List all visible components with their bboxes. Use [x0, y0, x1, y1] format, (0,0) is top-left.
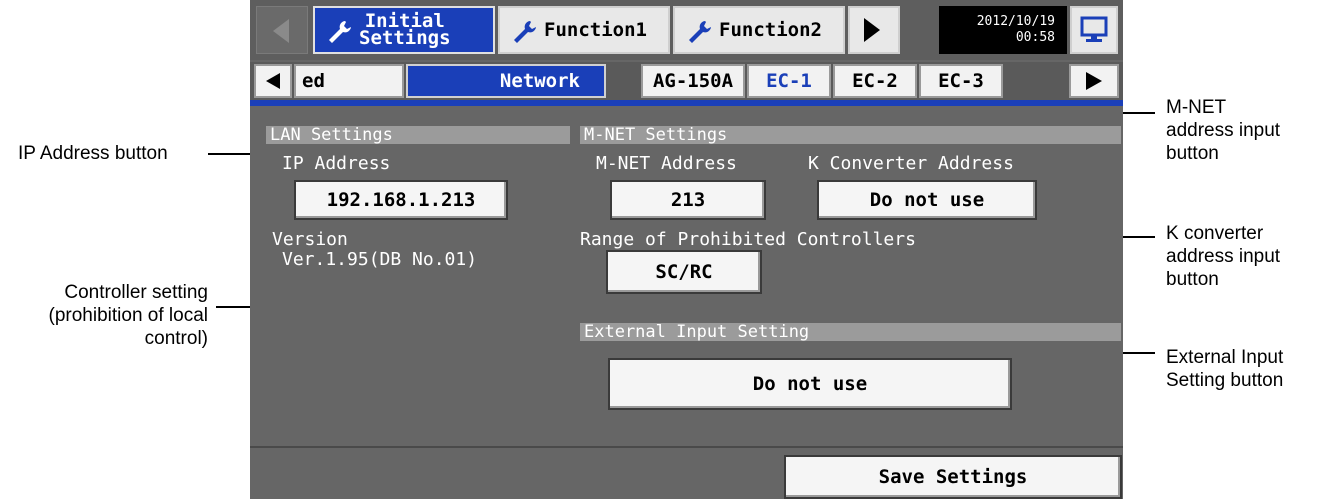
k-converter-address-button[interactable]: Do not use: [817, 180, 1037, 220]
mnet-address-label: M-NET Address: [596, 153, 737, 174]
tab-initial-settings-label: Initial Settings: [359, 10, 451, 49]
k-converter-label: K Converter Address: [808, 153, 1014, 174]
time-text: 00:58: [1015, 30, 1055, 45]
ip-address-label: IP Address: [282, 153, 391, 174]
external-input-header: External Input Setting: [580, 323, 1121, 341]
annotation-k-converter: K converter address input button: [1166, 222, 1316, 291]
subtab-prev-button[interactable]: [254, 64, 292, 98]
settings-tab-row: ed Network AG-150A EC-1 EC-2 EC-3: [250, 62, 1123, 100]
tab-initial-settings[interactable]: Initial Settings: [313, 6, 495, 54]
annotation-external-input: External Input Setting button: [1166, 346, 1316, 392]
date-text: 2012/10/19: [976, 14, 1055, 29]
annotation-mnet-line-3: button: [1166, 143, 1219, 164]
ip-address-button[interactable]: 192.168.1.213: [294, 180, 508, 220]
tab-function1-label: Function1: [544, 18, 647, 41]
arrow-left-icon: [273, 19, 289, 43]
subtab-ec3[interactable]: EC-3: [919, 64, 1003, 98]
prohibited-controllers-button[interactable]: SC/RC: [606, 250, 762, 294]
subtab-network[interactable]: Network: [406, 64, 606, 98]
tab-function2[interactable]: Function2: [673, 6, 845, 54]
annotation-ext-line-1: External Input: [1166, 347, 1284, 368]
mnet-address-button[interactable]: 213: [610, 180, 766, 220]
subtab-ec1[interactable]: EC-1: [747, 64, 831, 98]
tab-function1[interactable]: Function1: [498, 6, 670, 54]
annotation-controller-setting: Controller setting (prohibition of local…: [0, 281, 208, 350]
annotation-k-line-3: button: [1166, 269, 1219, 290]
annotation-controller-line-3: control): [144, 328, 208, 349]
annotation-mnet-line-2: address input: [1166, 120, 1281, 141]
subtab-ag150a[interactable]: AG-150A: [641, 64, 745, 98]
wrench-icon: [514, 21, 536, 43]
external-input-setting-button[interactable]: Do not use: [608, 358, 1012, 410]
monitor-button[interactable]: [1070, 6, 1118, 54]
menu-next-button[interactable]: [848, 6, 900, 54]
arrow-left-icon: [266, 73, 280, 89]
datetime-display: 2012/10/19 00:58: [939, 6, 1067, 54]
annotation-ext-line-2: Setting button: [1166, 370, 1284, 391]
wrench-icon: [689, 21, 711, 43]
footer-divider: [250, 446, 1123, 448]
monitor-icon: [1080, 16, 1108, 42]
mnet-settings-header: M-NET Settings: [580, 126, 1121, 144]
annotation-controller-line-1: Controller setting: [64, 282, 208, 303]
subtab-next-button[interactable]: [1069, 64, 1119, 98]
tab-underline: [250, 100, 1123, 106]
annotation-mnet-line-1: M-NET: [1166, 97, 1227, 118]
lan-settings-header: LAN Settings: [266, 126, 570, 144]
annotation-mnet-address: M-NET address input button: [1166, 96, 1316, 165]
menu-prev-button[interactable]: [256, 6, 308, 54]
save-settings-button[interactable]: Save Settings: [784, 455, 1122, 499]
arrow-right-icon: [1086, 72, 1102, 90]
annotation-ip-address-button: IP Address button: [18, 143, 168, 164]
top-menu-bar: Initial Settings Function1 Function2 201…: [250, 0, 1123, 60]
subtab-partial-left[interactable]: ed: [294, 64, 404, 98]
prohibited-controllers-label: Range of Prohibited Controllers: [580, 229, 916, 250]
subtab-ec2[interactable]: EC-2: [833, 64, 917, 98]
tab-function2-label: Function2: [719, 18, 822, 41]
controller-screen: Initial Settings Function1 Function2 201…: [250, 0, 1123, 499]
annotation-k-line-1: K converter: [1166, 223, 1264, 244]
version-value: Ver.1.95(DB No.01): [282, 249, 478, 270]
version-label: Version: [272, 229, 348, 250]
arrow-right-icon: [864, 18, 880, 42]
annotation-controller-line-2: (prohibition of local: [48, 305, 208, 326]
wrench-icon: [329, 21, 351, 43]
annotation-k-line-2: address input: [1166, 246, 1281, 267]
